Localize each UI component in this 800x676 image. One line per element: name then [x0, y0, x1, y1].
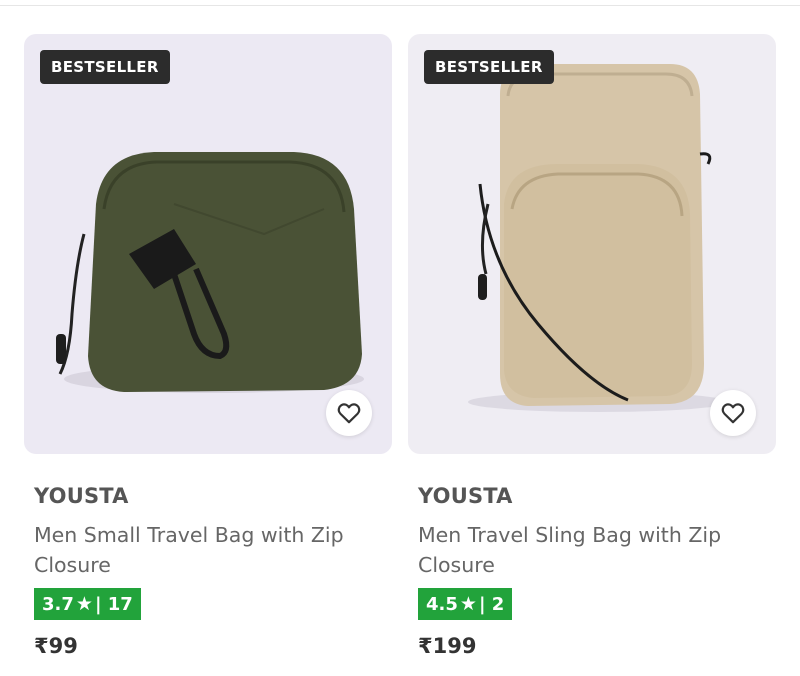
rating-badge: 4.5 ★ | 2: [418, 588, 513, 620]
product-grid-page: BESTSELLER YOUSTA Men Small Travel Bag w…: [0, 0, 800, 676]
product-image-container[interactable]: BESTSELLER: [24, 34, 392, 454]
bestseller-badge: BESTSELLER: [424, 50, 554, 84]
product-image-container[interactable]: BESTSELLER: [408, 34, 776, 454]
product-title[interactable]: Men Travel Sling Bag with Zip Closure: [418, 520, 768, 580]
product-card[interactable]: BESTSELLER YOUSTA Men Small Travel Bag w…: [24, 34, 392, 658]
product-title[interactable]: Men Small Travel Bag with Zip Closure: [34, 520, 384, 580]
product-image[interactable]: [24, 34, 392, 454]
product-price: ₹99: [34, 634, 78, 658]
wishlist-button[interactable]: [326, 390, 372, 436]
rating-value: 3.7: [42, 593, 74, 615]
product-brand: YOUSTA: [34, 484, 129, 508]
review-count: | 2: [478, 593, 505, 615]
heart-outline-icon: [337, 403, 361, 424]
product-brand: YOUSTA: [418, 484, 513, 508]
product-price: ₹199: [418, 634, 477, 658]
heart-outline-icon: [721, 403, 745, 424]
review-count: | 17: [94, 593, 133, 615]
product-card[interactable]: BESTSELLER YOUSTA Men Travel Sling Bag w…: [408, 34, 776, 658]
top-divider: [0, 0, 800, 6]
star-icon: ★: [459, 593, 477, 615]
bestseller-badge: BESTSELLER: [40, 50, 170, 84]
star-icon: ★: [75, 593, 93, 615]
rating-value: 4.5: [426, 593, 458, 615]
product-image[interactable]: [408, 34, 776, 454]
rating-badge: 3.7 ★ | 17: [34, 588, 141, 620]
wishlist-button[interactable]: [710, 390, 756, 436]
